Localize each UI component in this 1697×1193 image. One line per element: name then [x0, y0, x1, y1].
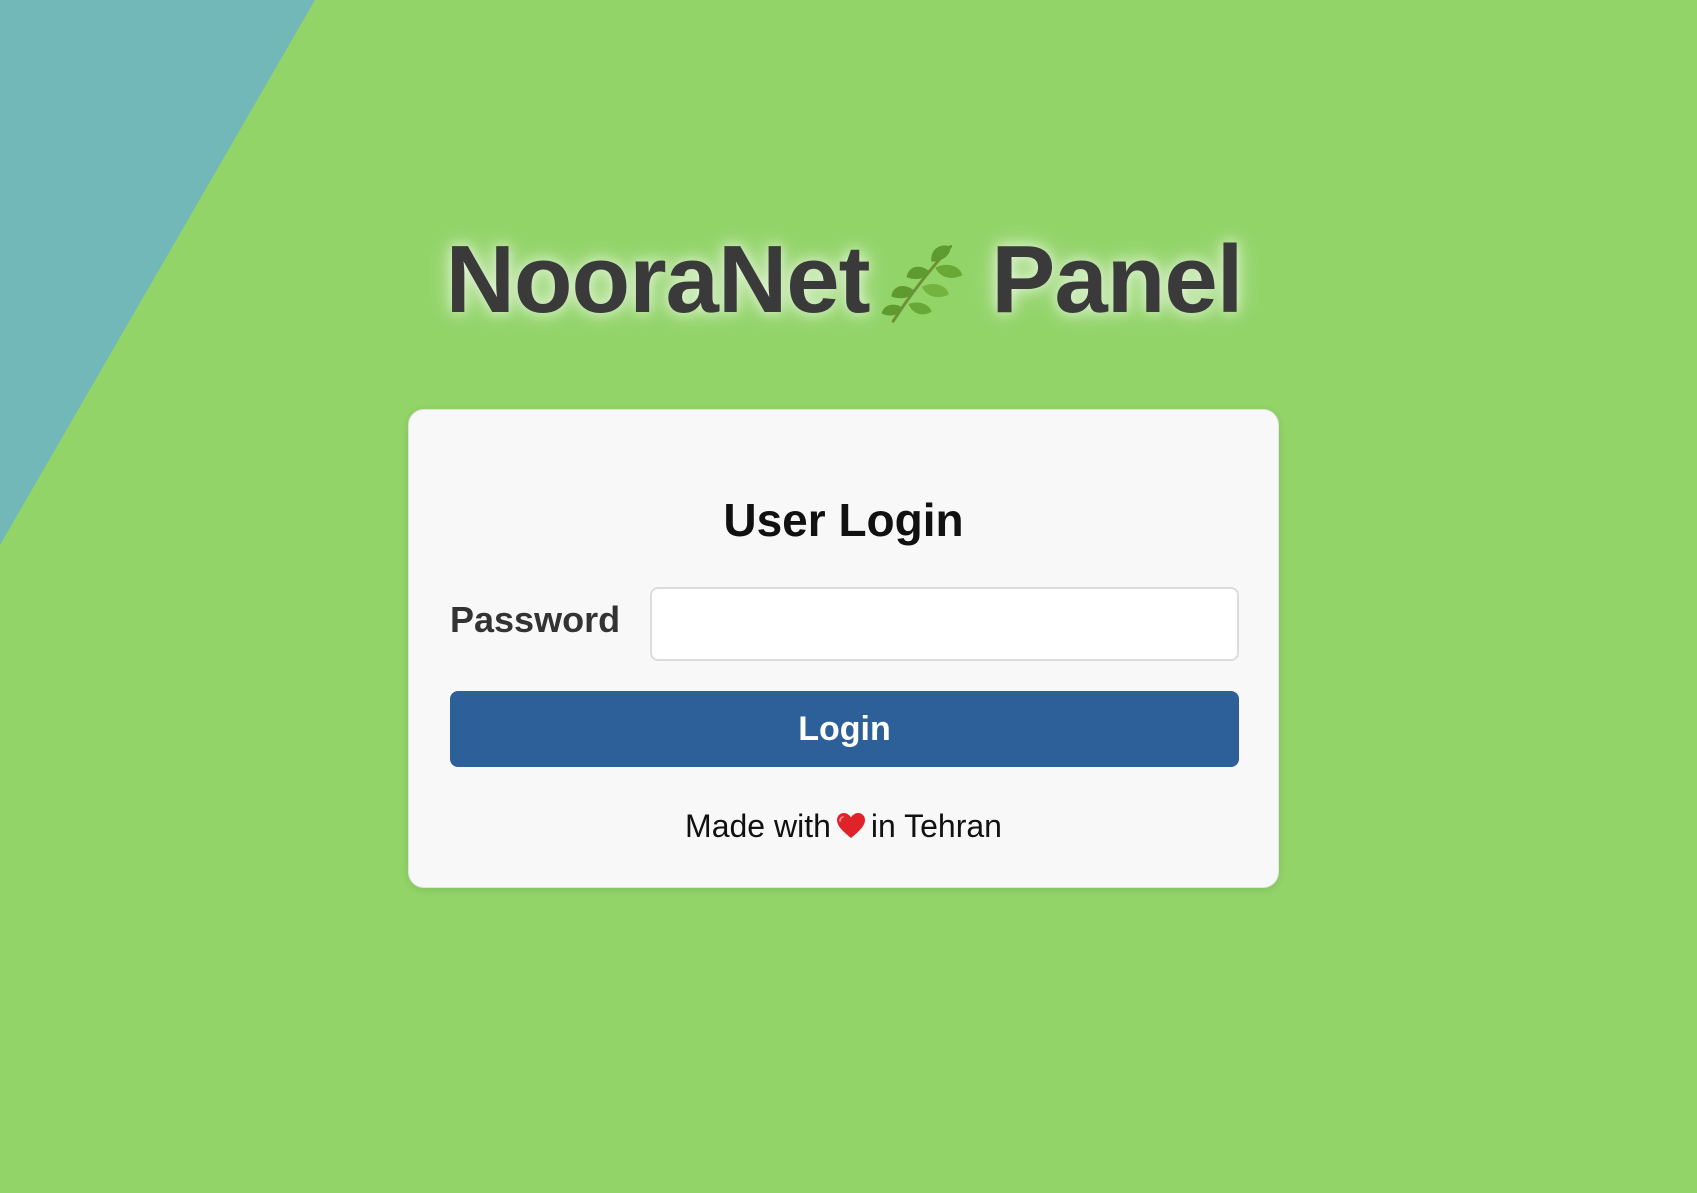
- password-label: Password: [450, 599, 621, 640]
- leaf-icon: [881, 244, 962, 323]
- brand-name: NooraNet: [445, 226, 871, 333]
- footer-note: Made with in Tehran: [409, 806, 1278, 846]
- password-input[interactable]: [650, 587, 1239, 661]
- login-card: User Login Password Login Made with in T…: [408, 409, 1279, 888]
- footer-prefix: Made with: [685, 808, 831, 844]
- title-suffix: Panel: [991, 226, 1243, 333]
- heart-icon: [836, 812, 865, 838]
- footer-suffix: in Tehran: [870, 808, 1002, 844]
- login-button[interactable]: Login: [450, 691, 1239, 767]
- page-title: NooraNet Panel: [0, 220, 1688, 340]
- card-title: User Login: [723, 494, 964, 546]
